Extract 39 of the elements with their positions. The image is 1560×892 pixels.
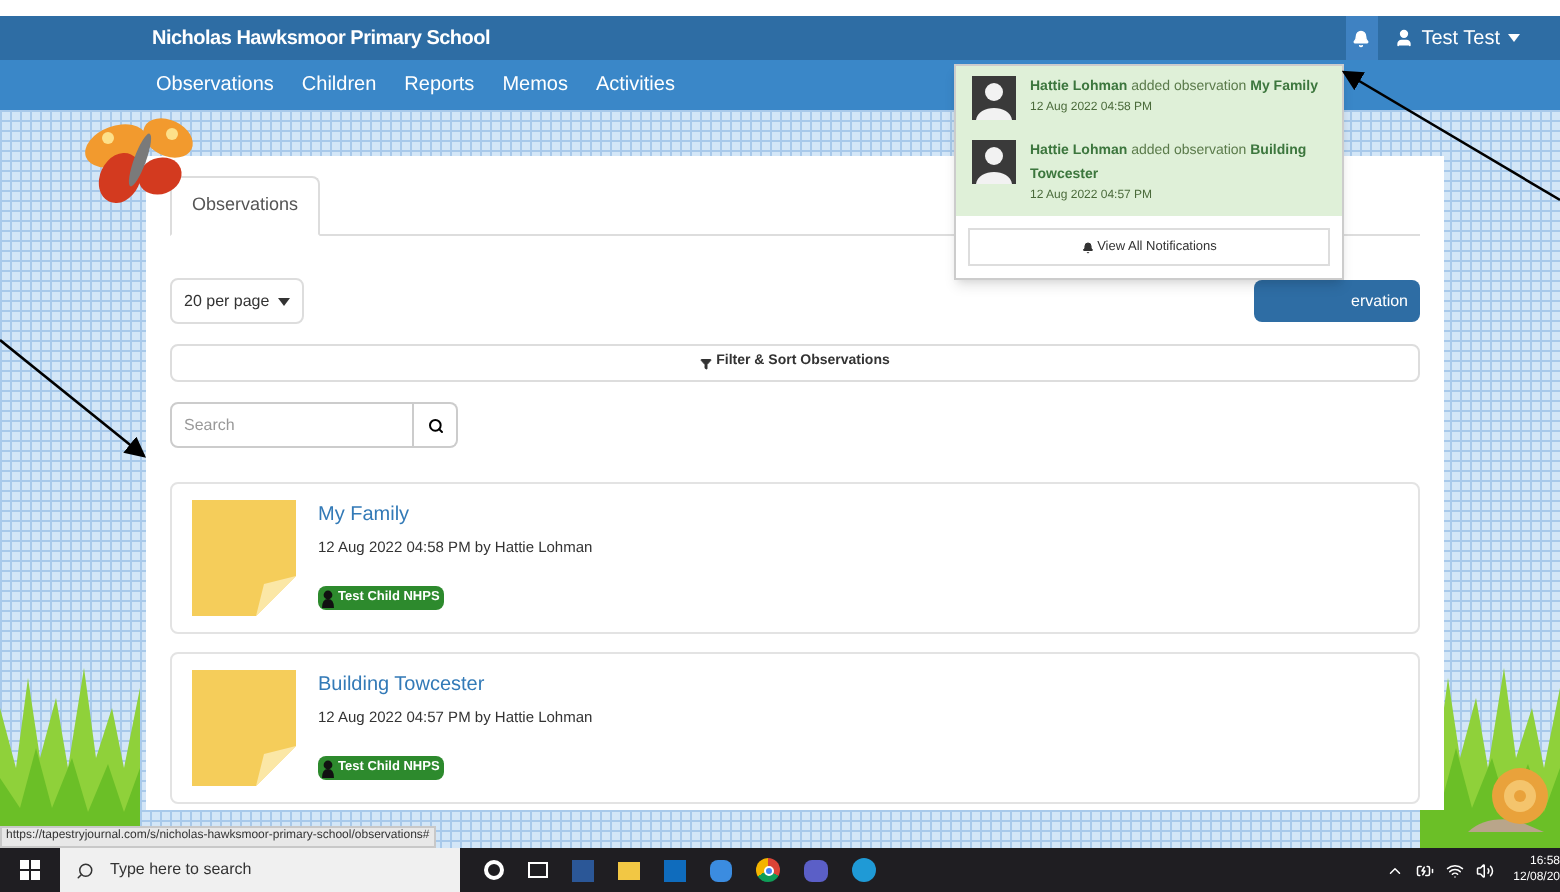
school-name: Nicholas Hawksmoor Primary School xyxy=(152,25,491,53)
folder-app-icon[interactable] xyxy=(618,861,640,879)
sticky-note-icon xyxy=(192,670,296,786)
task-view-icon[interactable] xyxy=(528,862,548,878)
avatar-icon xyxy=(972,76,1016,120)
avatar-icon xyxy=(972,140,1016,184)
chrome-app-icon[interactable] xyxy=(756,858,780,882)
battery-icon[interactable] xyxy=(1415,861,1434,879)
person-icon xyxy=(322,589,334,608)
nav-link[interactable]: Reports xyxy=(404,70,475,100)
wifi-icon[interactable] xyxy=(1445,861,1464,879)
add-observation-button[interactable]: ervation xyxy=(1254,280,1420,322)
nav-link[interactable]: Activities xyxy=(595,70,675,100)
user-menu[interactable]: Test Test xyxy=(1393,23,1520,53)
cortana-icon[interactable] xyxy=(484,860,504,880)
bell-icon xyxy=(1352,29,1371,47)
person-icon xyxy=(322,759,334,778)
tab[interactable]: Observations xyxy=(170,176,321,236)
search-icon xyxy=(76,861,94,879)
speaker-icon[interactable] xyxy=(1475,861,1494,879)
user-icon xyxy=(1393,28,1414,48)
notifications-button[interactable] xyxy=(1345,16,1378,60)
sticky-note-icon xyxy=(192,500,296,616)
observation-title[interactable]: My Family xyxy=(318,500,593,530)
per-page-dropdown[interactable]: 20 per page xyxy=(170,278,304,324)
filter-icon xyxy=(700,357,713,369)
app-icon[interactable] xyxy=(710,859,732,881)
nav-link[interactable]: Observations xyxy=(156,70,274,100)
caret-icon xyxy=(1508,34,1520,42)
taskbar-search-field[interactable]: Type here to search xyxy=(60,848,460,892)
search-icon xyxy=(427,417,443,433)
nav-link[interactable]: Memos xyxy=(502,70,568,100)
caret-icon xyxy=(277,297,290,305)
nav-link[interactable]: Children xyxy=(301,70,377,100)
bell-icon xyxy=(1081,241,1094,253)
taskbar-search-placeholder: Type here to search xyxy=(110,858,252,882)
search-field[interactable]: Search xyxy=(170,402,414,448)
observation-title[interactable]: Building Towcester xyxy=(318,670,593,700)
search-button[interactable] xyxy=(414,402,458,448)
